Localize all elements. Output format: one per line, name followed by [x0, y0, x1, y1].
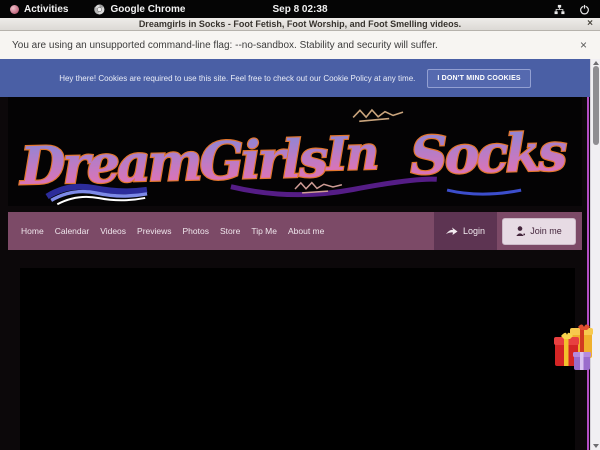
- nav-list: Home Calendar Videos Previews Photos Sto…: [21, 226, 324, 236]
- login-label: Login: [463, 226, 485, 236]
- window-title: Dreamgirls in Socks - Foot Fetish, Foot …: [139, 19, 461, 29]
- gift-boxes-icon: [554, 322, 594, 374]
- nav-item-photos[interactable]: Photos: [183, 226, 209, 236]
- focused-app-menu[interactable]: Google Chrome: [94, 4, 185, 15]
- gifts-widget[interactable]: [554, 322, 594, 374]
- scrollbar-up-arrow-icon[interactable]: [593, 61, 599, 65]
- window-close-icon[interactable]: ×: [587, 18, 593, 30]
- infobar-message: You are using an unsupported command-lin…: [12, 40, 438, 51]
- dreamgirls-logo: DreamGirls In Socks: [8, 97, 582, 206]
- squiggle-decoration-top: [353, 109, 403, 121]
- join-button[interactable]: Join me: [502, 218, 576, 245]
- nav-item-videos[interactable]: Videos: [100, 226, 126, 236]
- logo-word-socks: Socks: [409, 122, 567, 187]
- cookie-banner: Hey there! Cookies are required to use t…: [0, 59, 590, 97]
- nav-item-calendar[interactable]: Calendar: [55, 226, 90, 236]
- scrollbar-down-arrow-icon[interactable]: [593, 444, 599, 448]
- infobar-close-icon[interactable]: ×: [580, 38, 587, 52]
- login-arrow-icon: [446, 227, 458, 236]
- join-label: Join me: [530, 226, 562, 236]
- network-icon[interactable]: [554, 4, 565, 15]
- scrollbar-thumb[interactable]: [593, 66, 599, 145]
- system-top-bar: Activities Google Chrome Sep 8 02:38: [0, 0, 600, 18]
- activities-button[interactable]: Activities: [10, 4, 68, 15]
- web-page: Hey there! Cookies are required to use t…: [0, 59, 590, 450]
- page-scrollbar[interactable]: [590, 59, 600, 450]
- video-player-area[interactable]: [20, 268, 575, 450]
- nav-item-tipme[interactable]: Tip Me: [251, 226, 277, 236]
- cookie-message: Hey there! Cookies are required to use t…: [59, 74, 415, 83]
- activities-label: Activities: [24, 4, 68, 15]
- cookie-accept-button[interactable]: I DON'T MIND COOKIES: [427, 69, 530, 88]
- chrome-infobar: You are using an unsupported command-lin…: [0, 31, 600, 59]
- activities-orb-icon: [10, 5, 19, 14]
- nav-item-previews[interactable]: Previews: [137, 226, 171, 236]
- chrome-icon: [94, 4, 105, 15]
- site-logo-banner[interactable]: DreamGirls In Socks: [8, 97, 582, 206]
- nav-item-home[interactable]: Home: [21, 226, 44, 236]
- logo-word-in: In: [323, 126, 377, 181]
- nav-item-store[interactable]: Store: [220, 226, 240, 236]
- person-icon: [516, 226, 525, 236]
- wave-decoration-blue-right: [447, 188, 521, 195]
- power-icon[interactable]: [579, 4, 590, 15]
- window-title-bar[interactable]: Dreamgirls in Socks - Foot Fetish, Foot …: [0, 18, 600, 31]
- page-right-accent-border: [587, 97, 589, 450]
- login-button[interactable]: Login: [434, 212, 497, 250]
- clock[interactable]: Sep 8 02:38: [0, 4, 600, 15]
- nav-item-aboutme[interactable]: About me: [288, 226, 324, 236]
- focused-app-label: Google Chrome: [110, 4, 185, 15]
- logo-word-dreamgirls: DreamGirls: [18, 128, 329, 197]
- site-navbar: Home Calendar Videos Previews Photos Sto…: [8, 212, 582, 250]
